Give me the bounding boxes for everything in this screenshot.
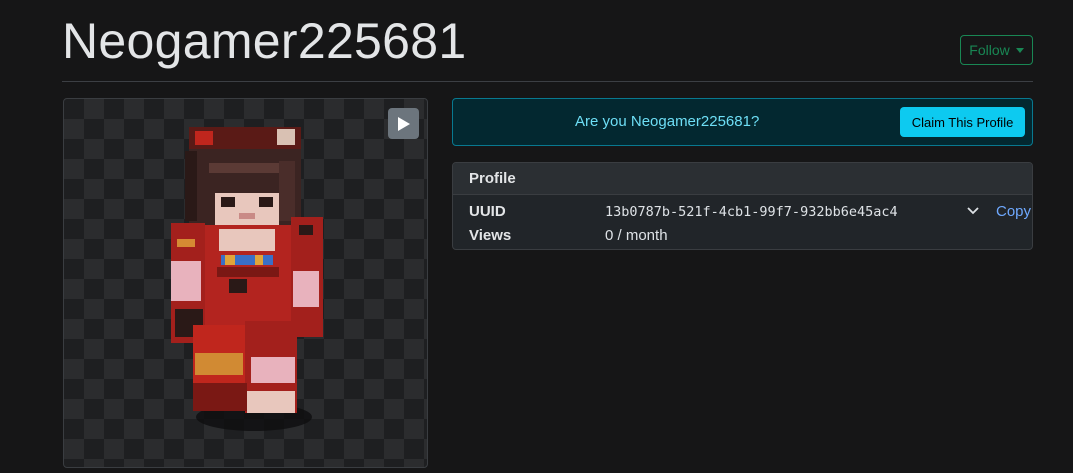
profile-card-header: Profile (453, 163, 1032, 195)
page: Neogamer225681 Follow Are you Neogamer22… (0, 0, 1073, 473)
play-button[interactable] (388, 108, 419, 139)
page-title: Neogamer225681 (62, 13, 467, 69)
copy-uuid-link[interactable]: Copy (996, 203, 1031, 220)
profile-card: Profile UUID 13b0787b-521f-4cb1-99f7-932… (452, 162, 1033, 250)
uuid-value: 13b0787b-521f-4cb1-99f7-932bb6e45ac4 (605, 204, 898, 220)
header-divider (62, 81, 1033, 82)
skin-viewer[interactable] (63, 98, 428, 468)
claim-profile-button[interactable]: Claim This Profile (900, 107, 1025, 137)
follow-label: Follow (969, 42, 1010, 58)
play-icon (397, 116, 410, 131)
chevron-down-icon[interactable] (967, 206, 979, 216)
claim-question: Are you Neogamer225681? (575, 113, 760, 130)
views-label: Views (469, 227, 512, 244)
skin-render (171, 127, 323, 431)
uuid-label: UUID (469, 203, 506, 220)
claim-alert: Are you Neogamer225681? Claim This Profi… (452, 98, 1033, 146)
follow-button[interactable]: Follow (960, 35, 1033, 65)
views-value: 0 / month (605, 227, 668, 244)
caret-down-icon (1015, 48, 1024, 53)
